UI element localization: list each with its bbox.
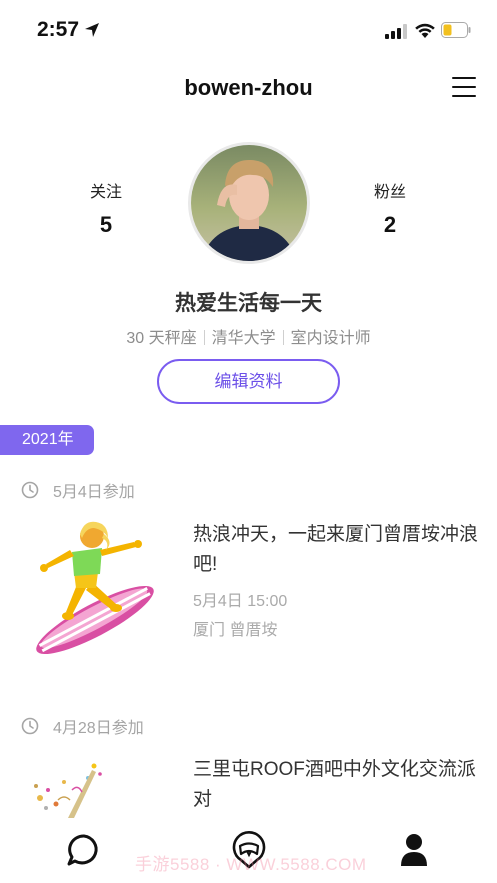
followers-count: 2 [383, 212, 397, 237]
cellular-signal-icon [385, 24, 407, 39]
event-title: 三里屯ROOF酒吧中外文化交流派对 [193, 759, 476, 810]
nickname: 热爱生活每一天 [175, 292, 322, 315]
avatar-photo [191, 145, 307, 261]
person-icon [401, 834, 427, 866]
battery-icon [441, 22, 471, 38]
event-card[interactable]: 热浪冲天，一起来厦门曾厝垵冲浪吧! 5月4日 15:00 厦门 曾厝垵 [0, 515, 497, 665]
event-time: 5月4日 15:00 [193, 593, 288, 610]
joined-date: 4月28日参加 [53, 720, 144, 737]
clock-icon [21, 717, 39, 735]
following-stat[interactable]: 关注 5 [66, 178, 146, 238]
location-arrow-icon [85, 23, 99, 37]
surfer-emoji-image [36, 521, 154, 655]
tag-divider [203, 330, 205, 345]
tag-school: 清华大学 [211, 330, 276, 347]
tab-messages[interactable] [64, 830, 104, 870]
following-count: 5 [99, 212, 113, 237]
wifi-icon [415, 23, 435, 38]
avatar[interactable] [188, 142, 310, 264]
joined-date: 5月4日参加 [53, 484, 135, 501]
tag-age-zodiac: 30 天秤座 [126, 330, 197, 347]
watermark: 手游5588 · WWW.5588.COM [135, 855, 367, 874]
status-bar: 2:57 [0, 0, 497, 62]
event-title: 热浪冲天，一起来厦门曾厝垵冲浪吧! [193, 524, 479, 575]
profile-tags: 30 天秤座 清华大学 室内设计师 [0, 324, 497, 348]
status-time: 2:57 [37, 18, 80, 41]
tag-divider [282, 330, 284, 345]
event-card[interactable]: 三里屯ROOF酒吧中外文化交流派对 [0, 752, 497, 818]
menu-icon-line [452, 86, 476, 89]
followers-label: 粉丝 [373, 184, 406, 201]
menu-icon-line [452, 95, 476, 98]
page-title: bowen-zhou [184, 75, 313, 100]
tab-profile[interactable] [394, 830, 434, 870]
joined-date-row: 5月4日参加 [21, 480, 135, 501]
joined-date-row: 4月28日参加 [21, 716, 144, 737]
profile-screen: 2:57 bowen-zhou 关注 5 粉丝 2 热爱生活每一天 30 天秤座… [0, 0, 497, 883]
chat-bubble-icon [67, 834, 98, 866]
followers-stat[interactable]: 粉丝 2 [350, 178, 430, 238]
party-popper-image [34, 763, 102, 818]
menu-icon [452, 77, 476, 80]
menu-button[interactable] [452, 76, 478, 100]
clock-icon [21, 481, 39, 499]
event-location: 厦门 曾厝垵 [193, 622, 278, 639]
following-label: 关注 [89, 184, 122, 201]
edit-profile-button[interactable]: 编辑资料 [157, 359, 340, 404]
tag-occupation: 室内设计师 [290, 330, 371, 347]
year-badge: 2021年 [0, 425, 94, 455]
